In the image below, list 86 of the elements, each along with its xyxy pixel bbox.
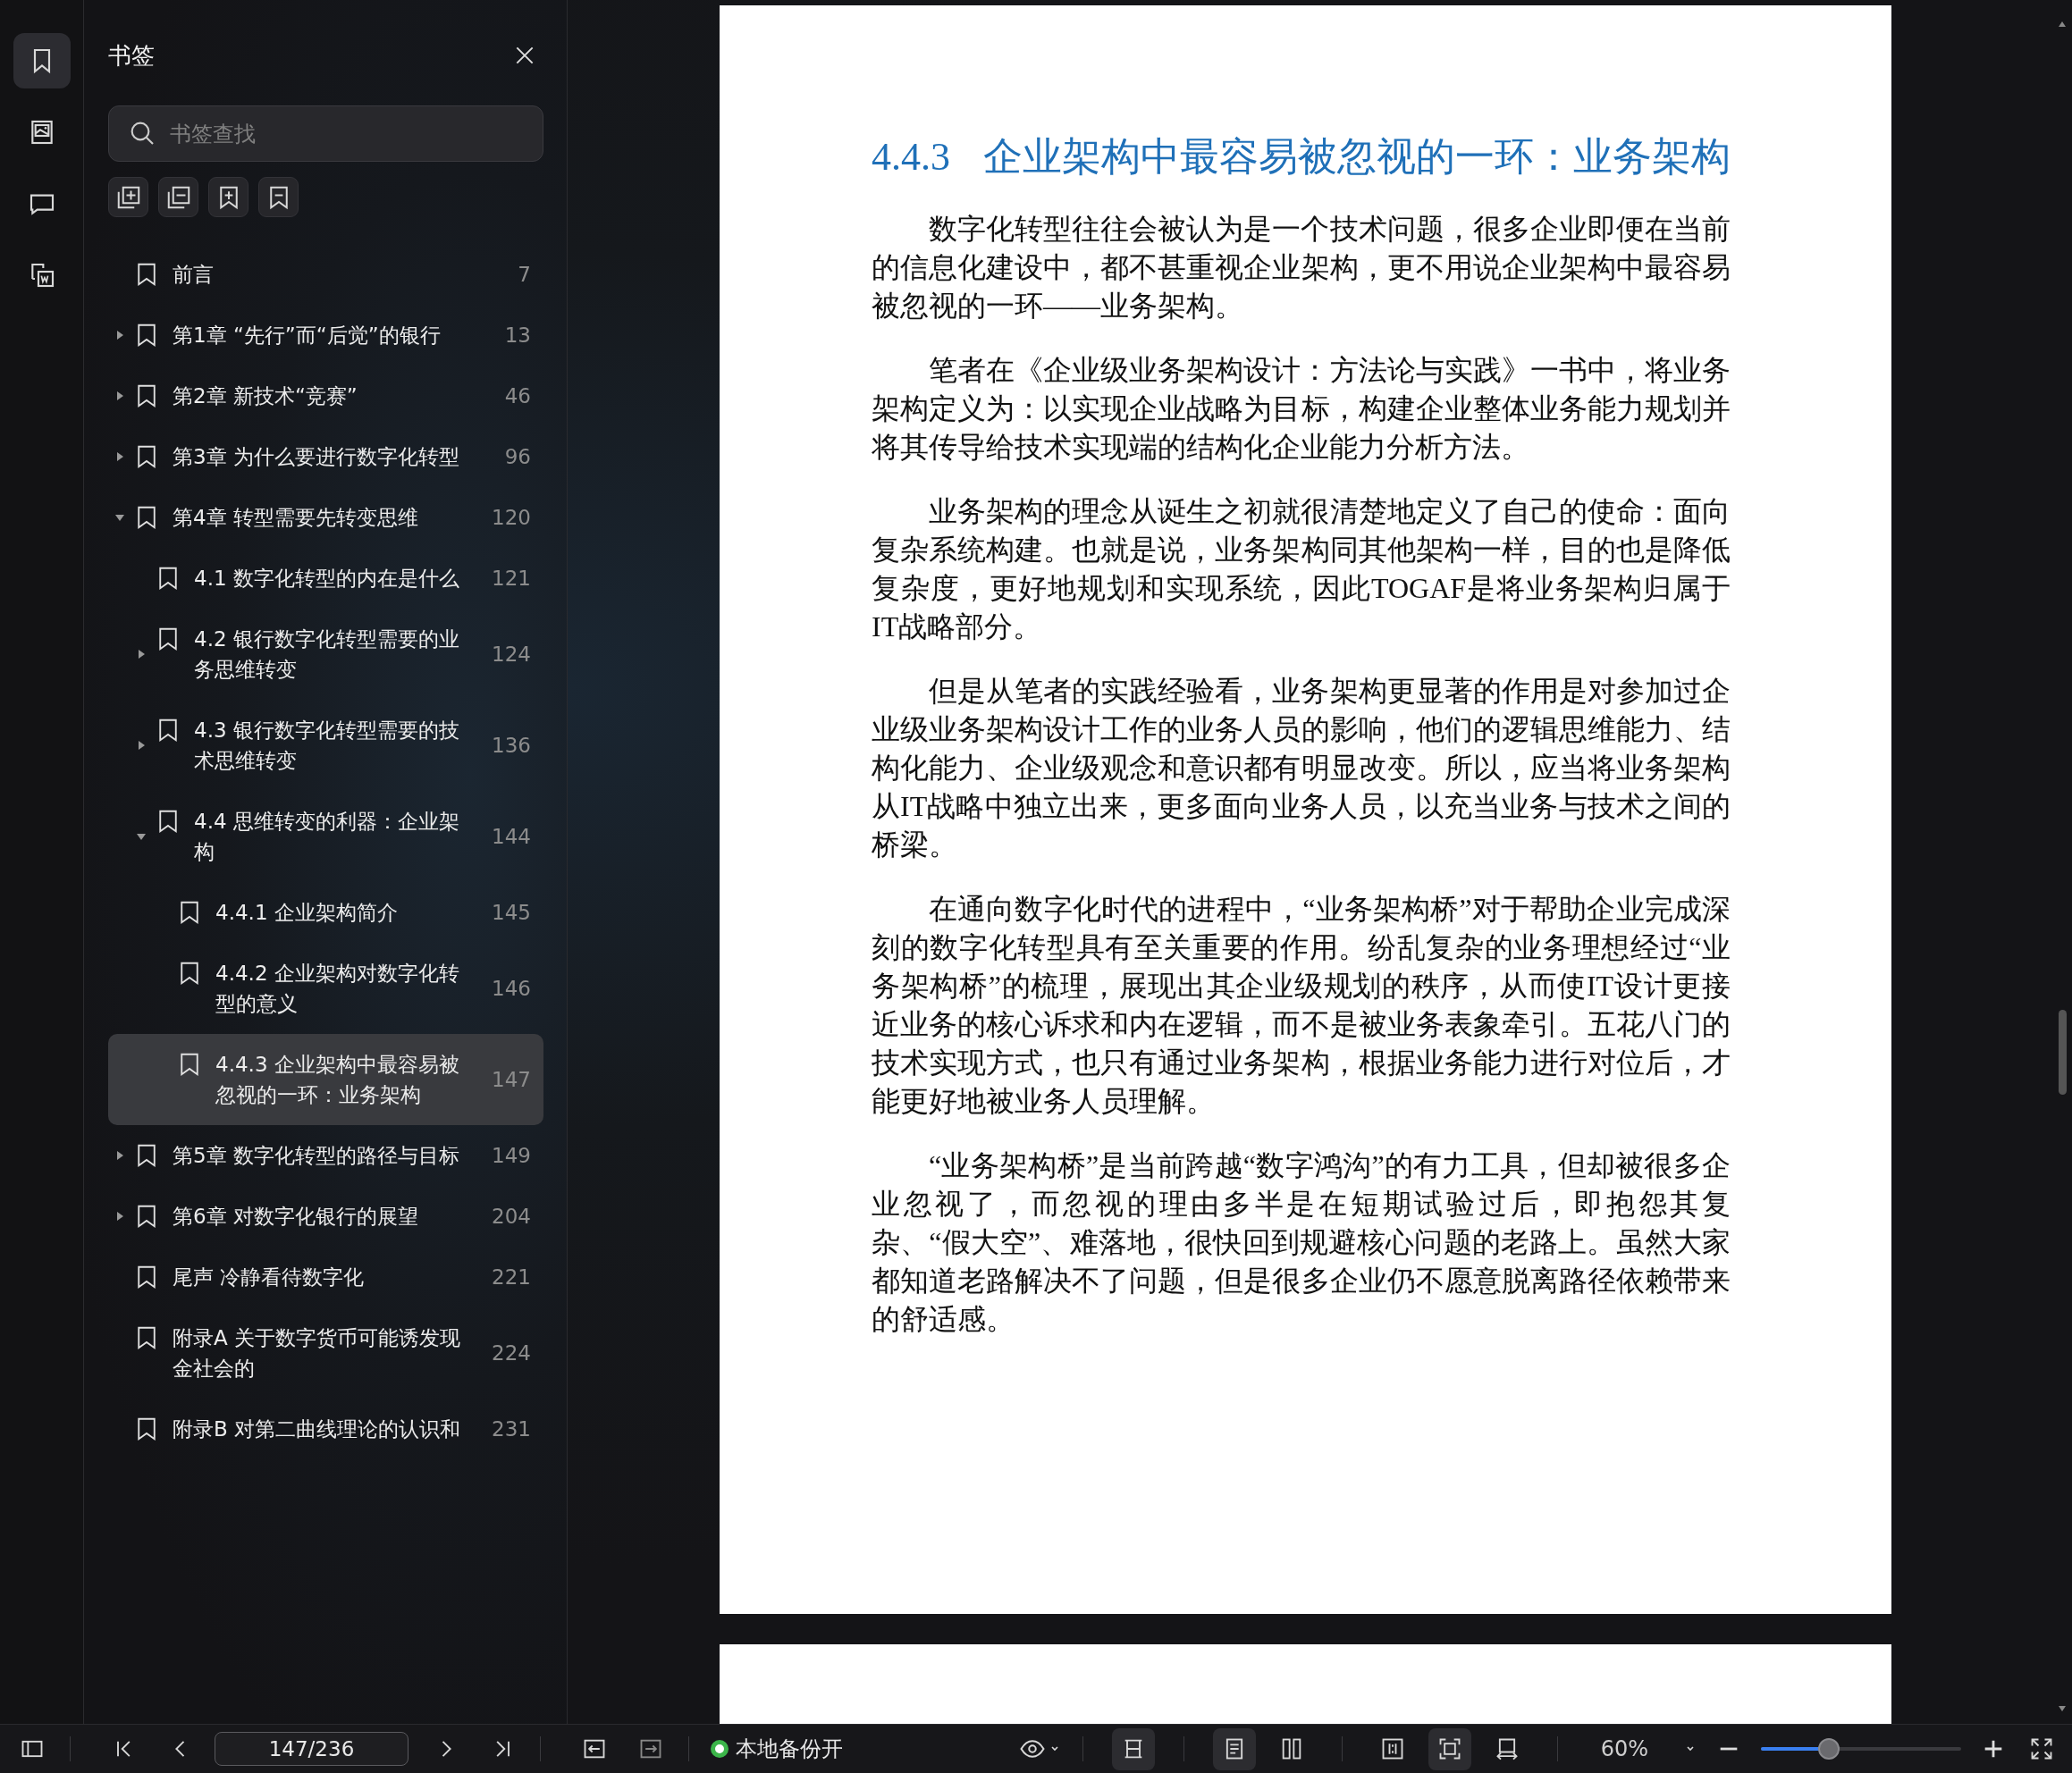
bookmark-title: 4.1 数字化转型的内在是什么 bbox=[194, 566, 460, 592]
bookmark-item[interactable]: 附录B 对第二曲线理论的认识和 231 bbox=[108, 1399, 543, 1459]
expand-arrow-icon[interactable] bbox=[114, 330, 125, 340]
collapse-arrow-icon[interactable] bbox=[114, 512, 125, 523]
single-page-icon[interactable] bbox=[1212, 1727, 1256, 1770]
bookmark-title: 4.4.3 企业架构中最容易被忽视的一环：业务架构 bbox=[215, 1052, 460, 1108]
page-number: 96 bbox=[504, 445, 531, 468]
collapse-all-icon[interactable] bbox=[158, 177, 198, 217]
page-number-field[interactable]: 147/236 bbox=[215, 1732, 409, 1766]
bookmark-item[interactable]: 4.4.1 企业架构简介 145 bbox=[108, 882, 543, 943]
bookmark-item[interactable]: 4.2 银行数字化转型需要的业务思维转变 124 bbox=[108, 609, 543, 700]
paragraph: 但是从笔者的实践经验看，业务架构更显著的作用是对参加过企业级业务架构设计工作的业务人员的影响，他们的逻辑思维能力、结构化能力、企业级观念和意识都有明显改变。所以，应当将业务架构从IT战略中独立出来，更多面向业务人员，以充当业务与技术之间的桥梁。 bbox=[872, 674, 1731, 862]
page-number: 231 bbox=[492, 1417, 531, 1441]
bookmark-item[interactable]: 第1章 “先行”而“后觉”的银行 13 bbox=[108, 305, 543, 366]
bookmark-item[interactable]: 4.4.3 企业架构中最容易被忽视的一环：业务架构 147 bbox=[108, 1034, 543, 1125]
page-number: 13 bbox=[504, 324, 531, 347]
bookmark-title: 附录A 关于数字货币可能诱发现金社会的 bbox=[173, 1325, 462, 1382]
paragraph: 数字化转型往往会被认为是一个技术问题，很多企业即便在当前的信息化建设中，都不甚重视企业架构，更不用说企业架构中最容易被忽视的一环——业务架构。 bbox=[872, 212, 1731, 324]
panel-title: 书签 bbox=[108, 40, 155, 71]
page-number: 120 bbox=[492, 506, 531, 529]
expand-arrow-icon[interactable] bbox=[114, 391, 125, 401]
page-number: 224 bbox=[492, 1341, 531, 1365]
search-field[interactable]: 书签查找 bbox=[108, 105, 543, 162]
expand-arrow-icon[interactable] bbox=[136, 740, 147, 751]
page-number: 221 bbox=[492, 1265, 531, 1289]
bookmark-title: 第2章 新技术“竞赛” bbox=[173, 383, 358, 409]
bookmark-item[interactable]: 第3章 为什么要进行数字化转型 96 bbox=[108, 426, 543, 487]
expand-arrow-icon[interactable] bbox=[136, 649, 147, 660]
bookmark-item[interactable]: 前言 7 bbox=[108, 244, 543, 305]
section-heading: 企业架构中最容易被忽视的一环：业务架构 bbox=[983, 132, 1731, 181]
bookmark-title: 4.3 银行数字化转型需要的技术思维转变 bbox=[194, 718, 460, 774]
bookmark-item[interactable]: 第4章 转型需要先转变思维 120 bbox=[108, 487, 543, 548]
add-bookmark-icon[interactable] bbox=[208, 177, 248, 217]
bookmark-title: 附录B 对第二曲线理论的认识和 bbox=[173, 1416, 462, 1442]
expand-all-icon[interactable] bbox=[108, 177, 148, 217]
page-number: 146 bbox=[492, 977, 531, 1000]
scroll-up-icon[interactable] bbox=[2058, 20, 2067, 29]
bookmark-tab[interactable] bbox=[13, 33, 71, 88]
page-number: 145 bbox=[492, 901, 531, 924]
scroll-thumb[interactable] bbox=[2058, 1010, 2067, 1095]
bookmark-title: 4.4.1 企业架构简介 bbox=[215, 900, 399, 926]
bookmark-title: 4.4 思维转变的利器：企业架构 bbox=[194, 809, 460, 865]
expand-arrow-icon[interactable] bbox=[114, 1211, 125, 1222]
bookmark-item[interactable]: 4.1 数字化转型的内在是什么 121 bbox=[108, 548, 543, 609]
paragraph: “业务架构桥”是当前跨越“数字鸿沟”的有力工具，但却被很多企业忽视了，而忽视的理由多半是在短期试验过后，即抱怨其复杂、“假大空”、难落地，很快回到规避核心问题的老路上。虽然大家都知道老路解决不了问题，但是很多企业仍不愿意脱离路径依赖带来的舒适感。 bbox=[872, 1148, 1731, 1337]
page-number: 7 bbox=[518, 263, 531, 286]
page-number: 147 bbox=[492, 1068, 531, 1091]
page-number: 46 bbox=[504, 384, 531, 408]
bookmark-title: 第1章 “先行”而“后觉”的银行 bbox=[173, 323, 442, 349]
page-number: 136 bbox=[492, 734, 531, 757]
paragraph: 在通向数字化时代的进程中，“业务架构桥”对于帮助企业完成深刻的数字化转型具有至关重要的作用。纷乱复杂的业务理想经过“业务架构桥”的梳理，展现出其企业级规划的秩序，从而使IT设计更接近业务的核心诉求和内在逻辑，而不是被业务表象牵引。五花八门的技术实现方式，也只有通过业务架构，根据业务能力进行对位后，才能更好地被业务人员理解。 bbox=[872, 892, 1731, 1119]
bookmark-item[interactable]: 尾声 冷静看待数字化 221 bbox=[108, 1247, 543, 1307]
bookmark-title: 前言 bbox=[173, 262, 215, 288]
scroll-down-icon[interactable] bbox=[2058, 1704, 2067, 1713]
bookmark-item[interactable]: 4.3 银行数字化转型需要的技术思维转变 136 bbox=[108, 700, 543, 791]
collapse-arrow-icon[interactable] bbox=[136, 831, 147, 842]
page-number: 144 bbox=[492, 825, 531, 848]
bookmark-item[interactable]: 4.4.2 企业架构对数字化转型的意义 146 bbox=[108, 943, 543, 1034]
paragraph: 笔者在《企业级业务架构设计：方法论与实践》一书中，将业务架构定义为：以实现企业战略为目标，构建企业整体业务能力规划并将其传导给技术实现端的结构化企业能力分析方法。 bbox=[872, 353, 1731, 465]
bookmark-item[interactable]: 第2章 新技术“竞赛” 46 bbox=[108, 366, 543, 426]
expand-arrow-icon[interactable] bbox=[114, 451, 125, 462]
expand-arrow-icon[interactable] bbox=[114, 1150, 125, 1161]
remove-bookmark-icon[interactable] bbox=[258, 177, 299, 217]
bookmark-item[interactable]: 4.4 思维转变的利器：企业架构 144 bbox=[108, 791, 543, 882]
bookmark-item[interactable]: 第6章 对数字化银行的展望 204 bbox=[108, 1186, 543, 1247]
page-number: 124 bbox=[492, 643, 531, 666]
bookmark-title: 第4章 转型需要先转变思维 bbox=[173, 505, 419, 531]
bookmark-item[interactable]: 第5章 数字化转型的路径与目标 149 bbox=[108, 1125, 543, 1186]
fit-width-icon[interactable] bbox=[1111, 1727, 1155, 1770]
zoom-slider[interactable] bbox=[1761, 1738, 1961, 1760]
bookmark-title: 第5章 数字化转型的路径与目标 bbox=[173, 1143, 460, 1169]
bookmark-title: 第6章 对数字化银行的展望 bbox=[173, 1204, 419, 1230]
zoom-level[interactable]: 60% bbox=[1600, 1736, 1648, 1761]
bookmark-title: 第3章 为什么要进行数字化转型 bbox=[173, 444, 460, 470]
page-number: 121 bbox=[492, 567, 531, 590]
page-number: 149 bbox=[492, 1144, 531, 1167]
paragraph: 业务架构的理念从诞生之初就很清楚地定义了自己的使命：面向复杂系统构建。也就是说，业务架构同其他架构一样，目的也是降低复杂度，更好地规划和实现系统，因此TOGAF是将业务架构归属于IT战略部分。 bbox=[872, 494, 1731, 644]
section-number: 4.4.3 bbox=[872, 134, 951, 180]
bookmark-title: 尾声 冷静看待数字化 bbox=[173, 1265, 366, 1290]
backup-status[interactable]: 本地备份开 bbox=[736, 1735, 843, 1763]
fit-page-icon[interactable] bbox=[1428, 1727, 1471, 1770]
bookmark-title: 4.4.2 企业架构对数字化转型的意义 bbox=[215, 961, 460, 1017]
bookmark-title: 4.2 银行数字化转型需要的业务思维转变 bbox=[194, 626, 460, 683]
page-number: 204 bbox=[492, 1205, 531, 1228]
slider-thumb[interactable] bbox=[1818, 1738, 1840, 1760]
bookmark-item[interactable]: 附录A 关于数字货币可能诱发现金社会的 224 bbox=[108, 1307, 543, 1399]
